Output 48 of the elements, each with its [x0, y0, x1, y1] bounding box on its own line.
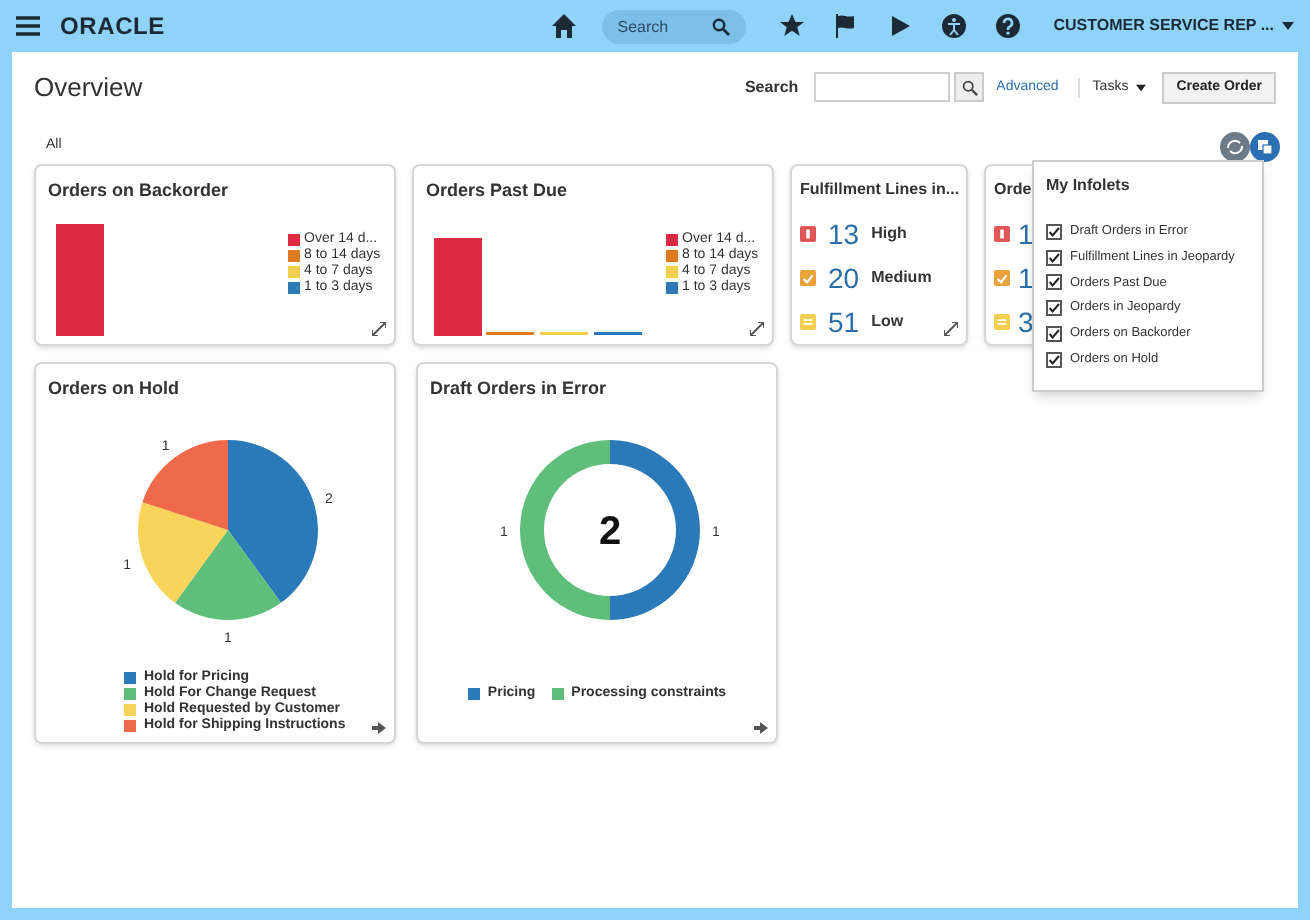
total-value: 2	[598, 510, 622, 554]
refresh-icon[interactable]	[1220, 132, 1250, 162]
expand-icon[interactable]	[372, 321, 386, 335]
checkbox[interactable]	[1046, 300, 1062, 317]
card-title: Orders on Hold	[48, 375, 182, 401]
search-button[interactable]	[954, 72, 985, 103]
popover-title: My Infolets	[1046, 174, 1132, 198]
checkbox[interactable]	[1046, 274, 1062, 291]
user-menu[interactable]: CUSTOMER SERVICE REP ...	[1053, 14, 1294, 38]
checkbox[interactable]	[1046, 351, 1062, 368]
search-field[interactable]: Search	[601, 9, 746, 43]
count-value: 51	[828, 307, 860, 337]
home-icon[interactable]	[549, 12, 578, 40]
caret-icon	[1282, 22, 1294, 30]
expand-icon[interactable]	[750, 321, 764, 335]
page-title: Overview	[34, 70, 143, 106]
checkbox[interactable]	[1046, 325, 1062, 342]
flag-icon[interactable]	[831, 12, 860, 40]
settings-icon[interactable]	[1250, 132, 1280, 162]
card-title: Fulfillment Lines in...	[800, 177, 960, 199]
count-value: 20	[828, 263, 860, 293]
star-icon[interactable]	[777, 12, 806, 40]
severity-label: Low	[871, 310, 904, 334]
infolet-card[interactable]: Fulfillment Lines in... 13 High 20 Medium 51 Low	[790, 163, 968, 345]
checkbox[interactable]	[1046, 249, 1062, 266]
search-label: Search	[744, 75, 799, 100]
card-title: Orde	[994, 177, 1032, 199]
search-field[interactable]	[814, 72, 951, 103]
checkbox[interactable]	[1046, 223, 1062, 240]
card-title: Draft Orders in Error	[430, 375, 609, 401]
expand-icon[interactable]	[944, 321, 958, 335]
count-value: 1	[1018, 219, 1034, 249]
count-value: 13	[828, 219, 860, 249]
severity-label: Medium	[871, 266, 932, 290]
arrow-icon[interactable]	[754, 721, 768, 733]
search-icon[interactable]	[711, 17, 730, 35]
severity-label: High	[871, 222, 907, 246]
menu-icon[interactable]	[16, 16, 40, 36]
count-value: 3	[1018, 307, 1034, 337]
card-title: Orders Past Due	[426, 177, 570, 203]
logo[interactable]: ORACLE	[60, 8, 165, 44]
arrow-icon[interactable]	[372, 721, 386, 733]
card-title: Orders on Backorder	[48, 177, 231, 203]
caret-icon	[1136, 83, 1147, 92]
help-icon[interactable]	[993, 12, 1022, 40]
accessibility-icon[interactable]	[939, 12, 968, 40]
search-icon	[961, 79, 978, 96]
count-value: 1	[1018, 263, 1034, 293]
